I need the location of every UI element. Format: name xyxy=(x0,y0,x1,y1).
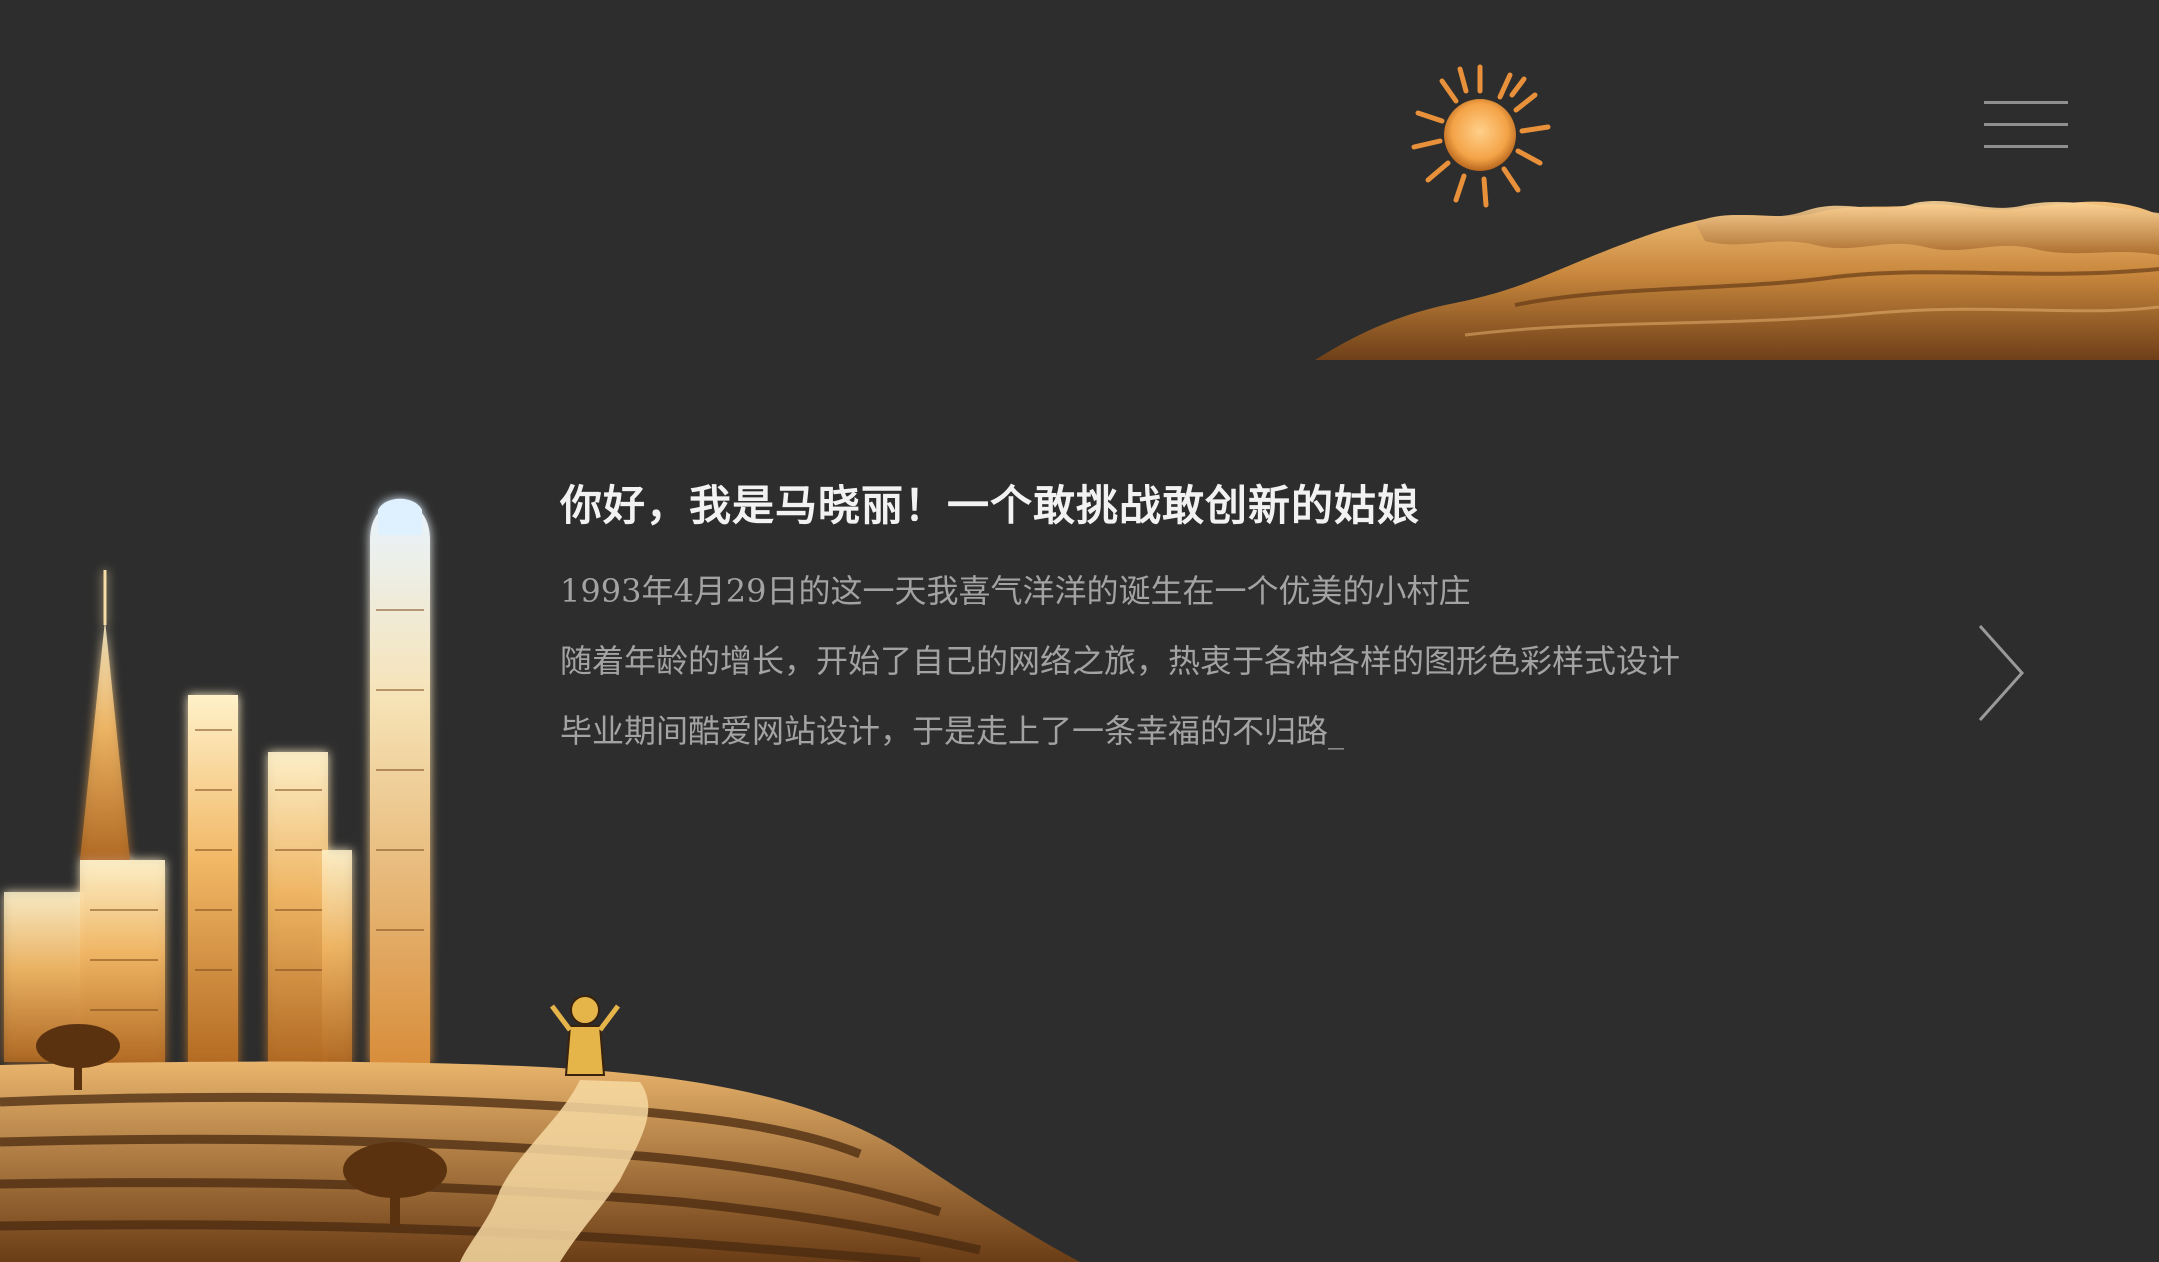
intro-section: 你好，我是马晓丽！一个敢挑战敢创新的姑娘 1993年4月29日的这一天我喜气洋洋… xyxy=(560,470,1860,766)
menu-button[interactable] xyxy=(1980,95,2072,155)
mountains-illustration xyxy=(1315,201,2159,360)
chevron-right-icon xyxy=(1978,625,2025,721)
intro-line-2: 随着年龄的增长，开始了自己的网络之旅，热衷于各种各样的图形色彩样式设计 xyxy=(560,642,1681,680)
intro-line-3: 毕业期间酷爱网站设计，于是走上了一条幸福的不归路_ xyxy=(560,712,1345,750)
next-slide-button[interactable] xyxy=(1970,618,2030,728)
intro-title: 你好，我是马晓丽！一个敢挑战敢创新的姑娘 xyxy=(560,481,1421,530)
intro-line-1: 1993年4月29日的这一天我喜气洋洋的诞生在一个优美的小村庄 xyxy=(560,572,1471,610)
page: 你好，我是马晓丽！一个敢挑战敢创新的姑娘 1993年4月29日的这一天我喜气洋洋… xyxy=(0,0,2159,1262)
sun-icon xyxy=(1411,64,1551,208)
